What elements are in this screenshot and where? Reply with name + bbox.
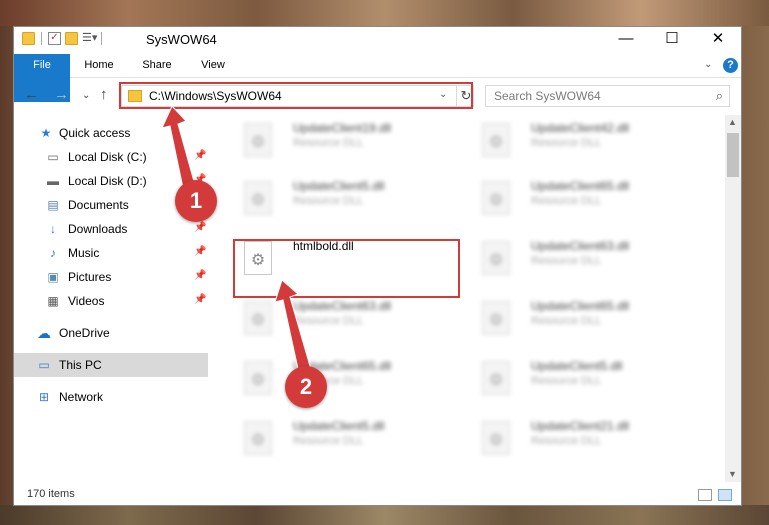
arrow-2: [274, 279, 313, 379]
step-2-badge: 2: [285, 366, 327, 408]
annotation-arrows: [161, 105, 313, 379]
step-1-badge: 1: [175, 180, 217, 222]
arrow-1: [161, 105, 196, 189]
